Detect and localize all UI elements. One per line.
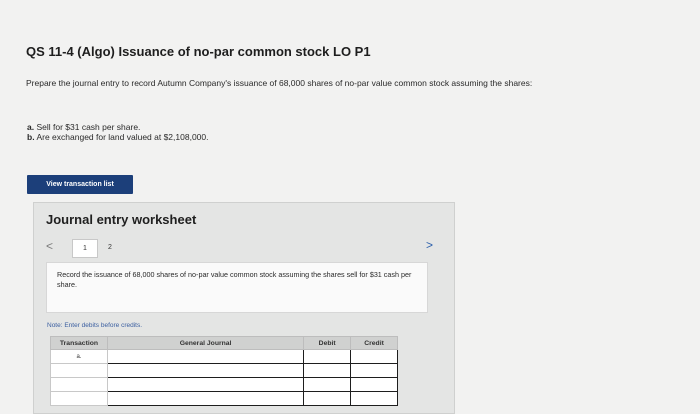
- col-credit: Credit: [350, 336, 398, 350]
- table-row: [50, 377, 398, 392]
- worksheet-note: Note: Enter debits before credits.: [47, 322, 143, 329]
- transaction-cell: [50, 377, 108, 392]
- debit-input[interactable]: [303, 377, 352, 392]
- general-journal-input[interactable]: [106, 363, 305, 378]
- general-journal-input[interactable]: [106, 349, 305, 364]
- transaction-cell: [50, 391, 108, 406]
- debit-input[interactable]: [303, 391, 352, 406]
- worksheet-tabs: 1 2: [72, 239, 122, 258]
- table-row: [50, 391, 398, 406]
- credit-input[interactable]: [350, 391, 398, 406]
- tab-2[interactable]: 2: [98, 239, 122, 256]
- journal-entry-worksheet: Journal entry worksheet < 1 2 Record the…: [33, 202, 455, 414]
- debit-input[interactable]: [303, 363, 352, 378]
- part-a-label: a.: [27, 122, 35, 132]
- transaction-cell: [50, 363, 108, 378]
- col-general-journal: General Journal: [106, 336, 305, 350]
- debit-input[interactable]: [303, 349, 352, 364]
- tab-1[interactable]: 1: [72, 239, 98, 258]
- journal-table: Transaction General Journal Debit Credit…: [50, 336, 398, 406]
- part-b-label: b.: [27, 132, 35, 142]
- col-transaction: Transaction: [50, 336, 108, 350]
- next-arrow-icon[interactable]: >: [426, 238, 433, 252]
- credit-input[interactable]: [350, 377, 398, 392]
- view-transaction-list-button[interactable]: View transaction list: [27, 175, 133, 194]
- part-a-text: Sell for $31 cash per share.: [36, 122, 141, 132]
- part-a: a. Sell for $31 cash per share.: [27, 122, 209, 132]
- general-journal-input[interactable]: [106, 377, 305, 392]
- worksheet-instruction: Record the issuance of 68,000 shares of …: [46, 262, 428, 313]
- general-journal-input[interactable]: [106, 391, 305, 406]
- worksheet-title: Journal entry worksheet: [46, 212, 197, 227]
- question-parts: a. Sell for $31 cash per share. b. Are e…: [27, 122, 209, 142]
- col-debit: Debit: [303, 336, 352, 350]
- credit-input[interactable]: [350, 349, 398, 364]
- part-b: b. Are exchanged for land valued at $2,1…: [27, 132, 209, 142]
- question-prompt: Prepare the journal entry to record Autu…: [26, 78, 533, 88]
- transaction-cell: a.: [50, 349, 108, 364]
- table-row: a.: [50, 349, 398, 364]
- journal-header-row: Transaction General Journal Debit Credit: [50, 336, 398, 350]
- question-title: QS 11-4 (Algo) Issuance of no-par common…: [26, 44, 371, 59]
- prev-arrow-icon[interactable]: <: [46, 239, 53, 253]
- table-row: [50, 363, 398, 378]
- credit-input[interactable]: [350, 363, 398, 378]
- part-b-text: Are exchanged for land valued at $2,108,…: [36, 132, 209, 142]
